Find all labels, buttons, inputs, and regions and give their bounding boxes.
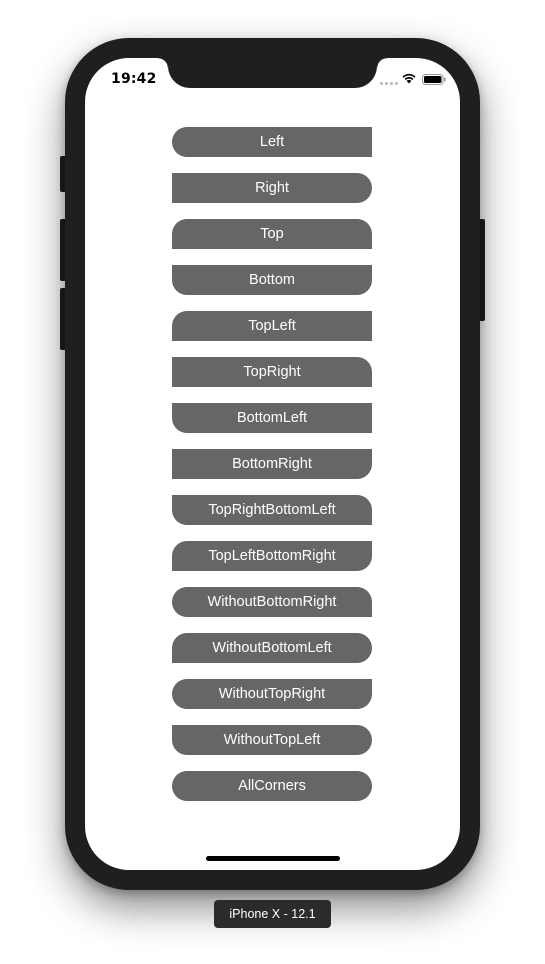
device-screen: 19:42 Left Right Top Bottom TopLeft TopR… — [85, 58, 460, 870]
without-top-left-button[interactable]: WithoutTopLeft — [172, 725, 372, 755]
battery-icon — [422, 74, 446, 85]
top-right-button[interactable]: TopRight — [172, 357, 372, 387]
right-button[interactable]: Right — [172, 173, 372, 203]
top-left-button[interactable]: TopLeft — [172, 311, 372, 341]
left-button[interactable]: Left — [172, 127, 372, 157]
corner-button-stack: Left Right Top Bottom TopLeft TopRight B… — [172, 127, 372, 817]
bottom-left-button[interactable]: BottomLeft — [172, 403, 372, 433]
wifi-icon — [402, 73, 416, 84]
home-indicator[interactable] — [206, 856, 340, 861]
without-top-right-button[interactable]: WithoutTopRight — [172, 679, 372, 709]
all-corners-button[interactable]: AllCorners — [172, 771, 372, 801]
top-right-bottom-left-button[interactable]: TopRightBottomLeft — [172, 495, 372, 525]
top-button[interactable]: Top — [172, 219, 372, 249]
simulator-window: 19:42 Left Right Top Bottom TopLeft TopR… — [0, 0, 545, 964]
without-bottom-left-button[interactable]: WithoutBottomLeft — [172, 633, 372, 663]
bottom-right-button[interactable]: BottomRight — [172, 449, 372, 479]
status-time: 19:42 — [111, 71, 157, 87]
notch — [158, 58, 387, 88]
bottom-button[interactable]: Bottom — [172, 265, 372, 295]
without-bottom-right-button[interactable]: WithoutBottomRight — [172, 587, 372, 617]
signal-dots-icon — [380, 82, 398, 85]
simulator-device-label: iPhone X - 12.1 — [214, 900, 331, 928]
top-left-bottom-right-button[interactable]: TopLeftBottomRight — [172, 541, 372, 571]
